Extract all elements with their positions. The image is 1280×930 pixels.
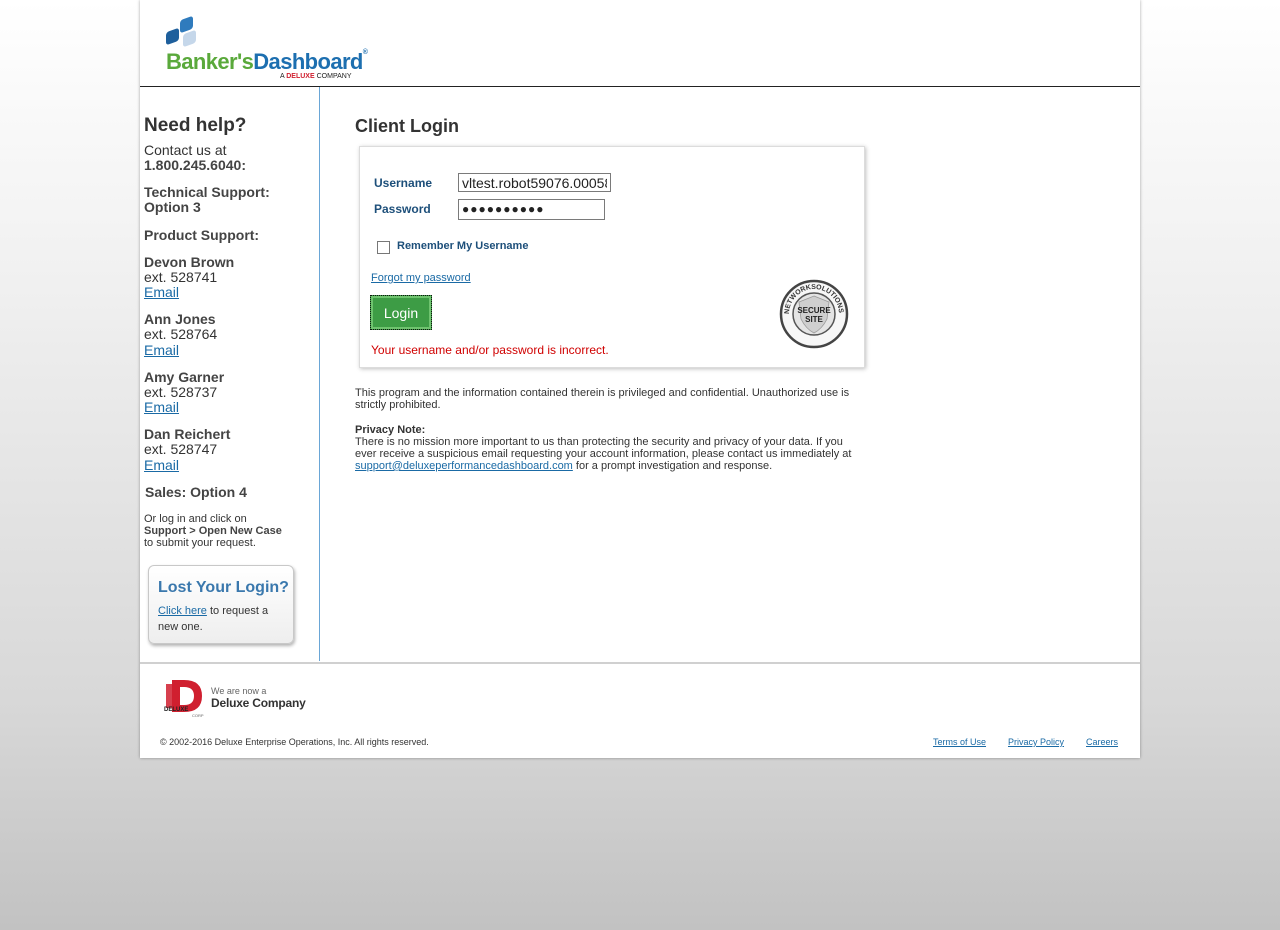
contact-name: Ann Jones xyxy=(144,312,216,327)
main-content: Client Login Username Password ●●●●●●●●●… xyxy=(355,87,1055,661)
deluxe-logo-text: DELUXE xyxy=(164,707,188,713)
careers-link[interactable]: Careers xyxy=(1086,737,1118,747)
phone-number-text: 1.800.245.6040: xyxy=(144,157,246,173)
bankers-dashboard-logo: Banker'sDashboard® A DELUXE COMPANY xyxy=(166,15,376,82)
privacy-note: There is no mission more important to us… xyxy=(355,436,865,472)
technical-support-text: Technical Support: xyxy=(144,184,270,200)
privacy-heading: Privacy Note: xyxy=(355,424,426,436)
logo-word-bankers: Banker's xyxy=(166,49,254,74)
lost-login-box: Lost Your Login? Click here to request a… xyxy=(148,565,294,644)
deluxe-d-icon: DELUXE CORP xyxy=(164,680,204,718)
deluxe-company-text: Deluxe Company xyxy=(211,696,306,710)
privacy-policy-link[interactable]: Privacy Policy xyxy=(1008,737,1064,747)
seal-site-text: SITE xyxy=(805,315,823,324)
logo-tagline-prefix: A xyxy=(280,73,285,80)
logo-tagline-brand: DELUXE xyxy=(286,73,315,80)
sales-option: Sales: Option 4 xyxy=(145,485,247,500)
error-message: Your username and/or password is incorre… xyxy=(371,343,609,357)
help-sidebar: Need help? Contact us at 1.800.245.6040:… xyxy=(140,87,320,661)
logo-wordmark: Banker'sDashboard® xyxy=(166,49,368,75)
remember-username-label[interactable]: Remember My Username xyxy=(397,240,528,252)
product-support-label: Product Support: xyxy=(144,228,259,243)
lost-login-text: Click here to request a new one. xyxy=(158,603,286,635)
contact-email-link[interactable]: Email xyxy=(144,399,179,415)
lost-login-link[interactable]: Click here xyxy=(158,605,207,617)
forgot-password-link[interactable]: Forgot my password xyxy=(371,272,471,284)
contact-ext: ext. 528741 xyxy=(144,269,218,285)
contact-name: Devon Brown xyxy=(144,255,234,270)
contact-ext: ext. 528747 xyxy=(144,441,218,457)
contact-email-wrap: Email xyxy=(144,285,179,300)
footer: DELUXE CORP We are now a Deluxe Company … xyxy=(140,662,1140,760)
seal-secure-text: SECURE xyxy=(797,306,831,315)
contact-name: Dan Reichert xyxy=(144,427,230,442)
contact-ext: ext. 528737 xyxy=(144,384,218,400)
support-email-link[interactable]: support@deluxeperformancedashboard.com xyxy=(355,460,573,472)
logo-tagline: A DELUXE COMPANY xyxy=(280,73,351,80)
username-input[interactable] xyxy=(458,173,611,192)
remember-username-checkbox[interactable] xyxy=(377,241,390,254)
secure-site-seal-icon: NETWORKSOLUTIONS SECURE SITE xyxy=(779,279,849,349)
contact-email-link[interactable]: Email xyxy=(144,457,179,473)
contact-ext: ext. 528764 xyxy=(144,326,218,342)
login-note-2-text: Support > Open New Case xyxy=(144,525,282,537)
contact-name-text: Amy Garner xyxy=(144,369,225,385)
contact-name-text: Dan Reichert xyxy=(144,426,231,442)
lost-login-title: Lost Your Login? xyxy=(158,579,289,596)
login-note-3: to submit your request. xyxy=(144,537,256,549)
sales-option-text: Sales: Option 4 xyxy=(145,484,247,500)
now-a-text: We are now a xyxy=(211,686,267,696)
phone-number: 1.800.245.6040: xyxy=(144,158,246,173)
contact-email-wrap: Email xyxy=(144,458,179,473)
header: Banker'sDashboard® A DELUXE COMPANY xyxy=(140,0,1140,87)
deluxe-d-bar xyxy=(166,684,172,708)
password-input[interactable]: ●●●●●●●●●● xyxy=(458,199,605,220)
logo-tagline-suffix: COMPANY xyxy=(316,73,352,80)
help-heading: Need help? xyxy=(144,115,247,136)
deluxe-logo-sub: CORP xyxy=(192,713,204,718)
logo-word-dashboard: Dashboard xyxy=(253,49,363,74)
username-label: Username xyxy=(374,176,433,190)
contact-email-link[interactable]: Email xyxy=(144,284,179,300)
contact-name-text: Devon Brown xyxy=(144,254,235,270)
page-container: Banker'sDashboard® A DELUXE COMPANY Need… xyxy=(140,0,1140,758)
technical-option-text: Option 3 xyxy=(144,199,201,215)
login-button[interactable]: Login xyxy=(370,295,432,330)
contact-email-link[interactable]: Email xyxy=(144,342,179,358)
password-label: Password xyxy=(374,202,431,216)
technical-support-label: Technical Support: xyxy=(144,185,270,200)
contact-name-text: Ann Jones xyxy=(144,311,216,327)
privacy-text: There is no mission more important to us… xyxy=(355,436,852,460)
terms-of-use-link[interactable]: Terms of Use xyxy=(933,737,986,747)
logo-trademark: ® xyxy=(362,49,368,56)
page-title: Client Login xyxy=(355,116,459,136)
logo-square-icon xyxy=(183,29,196,48)
product-support-text: Product Support: xyxy=(144,227,260,243)
contact-email-wrap: Email xyxy=(144,343,179,358)
contact-name: Amy Garner xyxy=(144,370,224,385)
copyright: © 2002-2016 Deluxe Enterprise Operations… xyxy=(160,737,429,747)
deluxe-logo: DELUXE CORP We are now a Deluxe Company xyxy=(162,678,312,718)
logo-square-icon xyxy=(166,27,179,46)
confidential-notice: This program and the information contain… xyxy=(355,387,850,411)
technical-support-option: Option 3 xyxy=(144,200,201,215)
contact-email-wrap: Email xyxy=(144,400,179,415)
privacy-suffix: for a prompt investigation and response. xyxy=(572,460,773,472)
login-form: Username Password ●●●●●●●●●● Remember My… xyxy=(359,146,865,368)
contact-line: Contact us at xyxy=(144,142,227,158)
